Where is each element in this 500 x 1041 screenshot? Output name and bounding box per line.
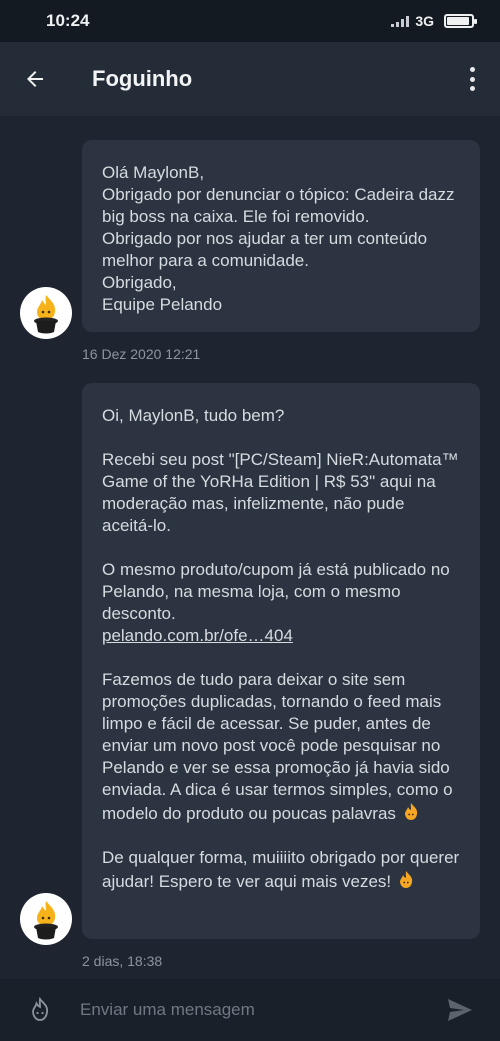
back-button[interactable] [0,42,70,116]
message-bubble-2: Oi, MaylonB, tudo bem? Recebi seu post "… [82,383,480,939]
more-vert-icon [469,67,475,72]
message-paragraph: O mesmo produto/cupom já está publicado … [102,560,450,623]
flame-emoji-icon [404,803,418,820]
message-paragraph-closing: De qualquer forma, muiiiito obrigado por… [102,847,460,893]
emoji-button[interactable] [0,979,80,1041]
app-bar: Foguinho [0,42,500,116]
battery-icon [444,14,477,28]
arrow-left-icon [27,71,43,87]
avatar[interactable] [20,287,72,339]
message-text: Olá MaylonB, [102,163,205,182]
send-icon [448,999,472,1021]
status-time: 10:24 [46,11,90,30]
message-text: Obrigado por nos ajudar a ter um conteúd… [102,229,428,270]
message-timestamp: 2 dias, 18:38 [82,953,163,969]
signal-icon [391,15,410,27]
status-icons: 3G [391,13,477,29]
offer-link[interactable]: pelando.com.br/ofe…404 [102,626,293,645]
foguinho-mascot-icon [34,901,58,940]
message-paragraph: Recebi seu post "[PC/Steam] NieR:Automat… [102,450,459,535]
message-paragraph-tip: Fazemos de tudo para deixar o site sem p… [102,669,460,825]
send-button[interactable] [420,979,500,1041]
conversation-title: Foguinho [92,66,193,91]
message-greeting: Oi, MaylonB, tudo bem? [102,406,285,425]
status-bar: 10:24 3G [0,0,500,42]
more-options-button[interactable] [460,64,484,94]
avatar[interactable] [20,893,72,945]
message-text: Obrigado por denunciar o tópico: Cadeira… [102,185,455,226]
message-bubble-1: Olá MaylonB, Obrigado por denunciar o tó… [82,140,480,332]
flame-emoji-icon [32,997,49,1021]
message-timestamp: 16 Dez 2020 12:21 [82,346,201,362]
network-type: 3G [415,13,434,29]
message-input[interactable] [80,990,420,1030]
foguinho-mascot-icon [34,295,58,334]
flame-emoji-icon [400,871,413,888]
message-composer [0,979,500,1041]
message-text: Obrigado, [102,273,177,292]
message-text: Equipe Pelando [102,295,223,314]
